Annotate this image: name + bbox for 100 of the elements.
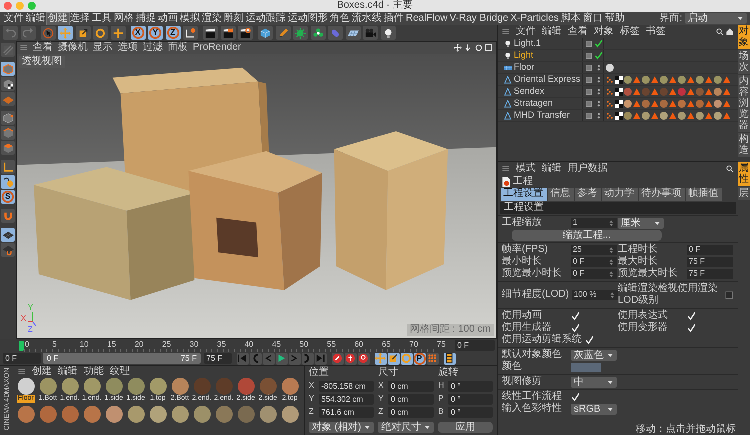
- material-menu-item[interactable]: 功能: [84, 366, 104, 378]
- scale-project-button[interactable]: 缩放工程...: [512, 230, 662, 240]
- coordinate-field[interactable]: 761.6 cm: [318, 406, 374, 418]
- coordinate-field[interactable]: 554.302 cm: [318, 394, 374, 404]
- manager-menu-item[interactable]: 查看: [568, 26, 588, 38]
- edges-button[interactable]: [1, 126, 15, 140]
- material-swatch[interactable]: [194, 406, 210, 422]
- viewport-menu-item[interactable]: 面板: [168, 42, 188, 54]
- menu-item[interactable]: RealFlow: [405, 12, 449, 24]
- checker-tag-icon[interactable]: [615, 112, 623, 120]
- timeline-button[interactable]: [444, 352, 456, 364]
- render-picture-button[interactable]: [220, 26, 236, 40]
- record-button[interactable]: [332, 352, 344, 364]
- material-swatch[interactable]: [128, 406, 144, 422]
- material-tag-icon[interactable]: [624, 76, 632, 84]
- frame-range-slider[interactable]: 0 F 75 F: [43, 353, 201, 364]
- side-tab[interactable]: 属性: [738, 162, 750, 186]
- material-swatch[interactable]: [62, 378, 78, 395]
- polygons-button[interactable]: [1, 141, 15, 155]
- object-name[interactable]: MHD Transfer: [514, 110, 570, 121]
- coordinate-field[interactable]: 0 °: [448, 394, 493, 404]
- material-menu-item[interactable]: 创建: [32, 366, 52, 378]
- next-frame-button[interactable]: [288, 352, 300, 364]
- material-tag-icon[interactable]: [714, 88, 722, 96]
- grid-lock-button[interactable]: [1, 228, 15, 242]
- color-swatch[interactable]: [571, 362, 601, 372]
- attributes-menu-item[interactable]: 编辑: [542, 162, 562, 174]
- manager-menu-item[interactable]: 文件: [516, 26, 536, 38]
- magnet-button[interactable]: [1, 209, 15, 223]
- menu-item[interactable]: 动画: [157, 12, 179, 24]
- number-field[interactable]: 100 %: [572, 290, 618, 300]
- material-swatch[interactable]: [150, 378, 166, 395]
- material-swatch[interactable]: [84, 378, 100, 395]
- manager-menu-item[interactable]: 书签: [646, 26, 666, 38]
- material-swatch[interactable]: [18, 406, 34, 422]
- axis-button[interactable]: Y: [148, 26, 163, 40]
- material-tag-icon[interactable]: [714, 100, 722, 108]
- material-tag-icon[interactable]: [678, 76, 686, 84]
- coordinate-mode-dropdown[interactable]: 对象 (相对): [309, 422, 374, 432]
- points-button[interactable]: [1, 111, 15, 125]
- material-tag-icon[interactable]: [660, 112, 668, 120]
- menu-item[interactable]: 雕刻: [223, 12, 245, 24]
- menu-item[interactable]: 运动图形: [287, 12, 329, 24]
- manager-menu-item[interactable]: 编辑: [542, 26, 562, 38]
- viewport-menu-item[interactable]: 显示: [93, 42, 113, 54]
- start-frame-field[interactable]: 0 F: [2, 353, 40, 364]
- material-swatch[interactable]: [106, 378, 122, 395]
- material-swatch[interactable]: [260, 406, 276, 422]
- arrow-down-icon[interactable]: [464, 44, 472, 52]
- coordinate-field[interactable]: 0 cm: [388, 380, 434, 392]
- render-settings-button[interactable]: [238, 26, 253, 40]
- number-field[interactable]: 0 F: [571, 269, 617, 279]
- dropdown[interactable]: 中: [571, 376, 617, 388]
- move-icon[interactable]: [454, 44, 462, 52]
- material-swatch[interactable]: [84, 406, 100, 422]
- redo-button[interactable]: [20, 26, 36, 40]
- menu-item[interactable]: 脚本: [560, 12, 582, 24]
- menu-item[interactable]: 模拟: [179, 12, 201, 24]
- viewport-menu-item[interactable]: 查看: [33, 42, 53, 54]
- attributes-menu-item[interactable]: 模式: [516, 162, 536, 174]
- text-field[interactable]: 75 F: [687, 257, 733, 267]
- coordinate-field[interactable]: 0 °: [448, 380, 493, 392]
- checker-tag-icon[interactable]: [615, 76, 623, 84]
- cube-button[interactable]: [258, 26, 273, 40]
- tab[interactable]: 信息: [548, 188, 574, 201]
- material-menu-item[interactable]: 纹理: [110, 366, 130, 378]
- coordinate-mode-dropdown[interactable]: 绝对尺寸: [378, 422, 434, 432]
- tweak-button[interactable]: [1, 175, 15, 189]
- cloner-button[interactable]: [310, 26, 326, 40]
- axis-button[interactable]: Z: [166, 26, 180, 40]
- material-swatch[interactable]: [62, 406, 78, 422]
- next-key-button[interactable]: [302, 352, 314, 364]
- material-swatch[interactable]: [238, 378, 254, 395]
- menu-item[interactable]: 编辑: [25, 12, 47, 24]
- text-field[interactable]: 0 F: [687, 245, 733, 255]
- material-swatch[interactable]: [18, 378, 34, 395]
- manager-menu-item[interactable]: 对象: [594, 26, 614, 38]
- material-tag-icon[interactable]: [714, 76, 722, 84]
- checkbox[interactable]: [725, 290, 734, 300]
- visibility-dots-icon[interactable]: [595, 64, 603, 72]
- side-tab[interactable]: 对象: [738, 25, 750, 49]
- scale-button[interactable]: [76, 26, 90, 40]
- current-frame-field[interactable]: 0 F: [454, 340, 494, 351]
- side-tab[interactable]: 内容浏览器: [738, 75, 750, 132]
- material-swatch[interactable]: [128, 378, 144, 395]
- menu-item[interactable]: 网格: [113, 12, 135, 24]
- material-tag-icon[interactable]: [624, 112, 632, 120]
- object-name[interactable]: Oriental Express: [514, 74, 581, 85]
- menu-item[interactable]: 窗口: [582, 12, 604, 24]
- tab[interactable]: 参考: [574, 188, 600, 201]
- material-swatch[interactable]: [216, 406, 232, 422]
- number-field[interactable]: 1: [571, 218, 617, 228]
- end-frame-field[interactable]: 75 F: [204, 353, 232, 364]
- axis-button[interactable]: P: [414, 352, 426, 364]
- key-scale-button[interactable]: [388, 352, 400, 364]
- side-tab[interactable]: 构造: [738, 133, 750, 157]
- pen-button[interactable]: [276, 26, 290, 40]
- maximize-icon[interactable]: [485, 44, 493, 52]
- layout-dropdown[interactable]: 启动: [685, 13, 747, 24]
- undo-button[interactable]: [3, 26, 18, 40]
